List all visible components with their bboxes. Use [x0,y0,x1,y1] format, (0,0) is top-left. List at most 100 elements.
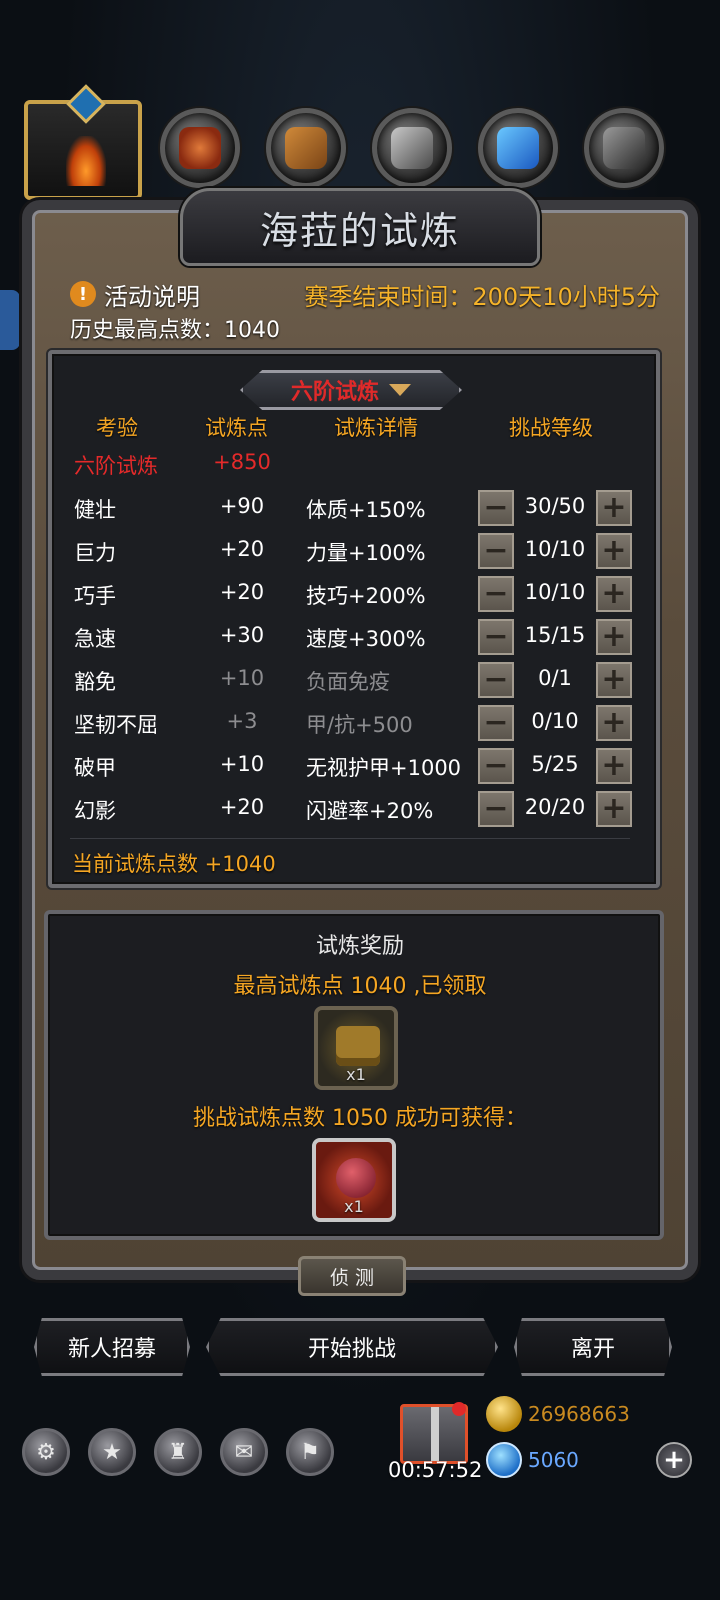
challenge-level: 10/10 [524,580,586,604]
detect-button[interactable]: 侦 测 [298,1256,406,1296]
castle-icon[interactable]: ♜ [154,1428,202,1476]
wood-icon[interactable] [266,108,346,188]
item-quantity: x1 [344,1197,364,1216]
season-end-time: 赛季结束时间：200天10小时5分 [304,282,660,311]
trial-detail: 闪避率+20% [306,799,434,823]
resource-icon-bar [24,84,704,200]
add-currency-button[interactable]: + [656,1442,692,1478]
reward-title: 试炼奖励 [315,934,404,959]
tier-select[interactable]: 六阶试炼 [240,370,462,410]
trial-detail: 甲/抗+500 [306,713,413,737]
gem-amount: 5060 [528,1448,579,1472]
mail-icon[interactable]: ✉ [220,1428,268,1476]
page-title: 海菈的试炼 [259,208,460,253]
gift-ribbon [431,1407,439,1461]
red-crystal-reward-item[interactable]: x1 [312,1138,396,1222]
recruit-button[interactable]: 新人招募 [34,1318,190,1376]
chest-icon [336,1026,380,1066]
table-row: 急速 +30 速度+300% −15/15 + [70,617,640,657]
info-row: ! 活动说明 赛季结束时间：200天10小时5分 [70,274,660,314]
chevron-down-icon [389,384,411,396]
gold-amount: 26968663 [528,1402,630,1426]
table-row: 坚韧不屈 +3 甲/抗+500 −0/10 + [70,703,640,743]
title-plate: 海菈的试炼 [180,188,540,266]
tier-points: +850 [213,450,271,474]
star-badge-icon[interactable]: ★ [88,1428,136,1476]
trial-detail: 无视护甲+1000 [306,756,462,780]
increase-button[interactable]: + [596,490,632,526]
gear-icon[interactable]: ⚙ [22,1428,70,1476]
table-row: 健壮 +90 体质+150% −30/50 + [70,488,640,528]
column-header: 挑战等级 [509,416,593,440]
trial-name: 破甲 [74,756,116,780]
current-trial-points: 当前试炼点数 +1040 [72,852,276,876]
trial-name: 健壮 [74,498,116,522]
increase-button[interactable]: + [596,619,632,655]
trial-points: +3 [226,709,258,733]
stone-icon[interactable] [584,108,664,188]
gem-icon [486,1442,522,1478]
trial-points: +30 [219,623,265,647]
history-best-points: 历史最高点数：1040 [70,318,280,343]
challenge-level: 15/15 [524,623,586,647]
table-row: 巧手 +20 技巧+200% −10/10 + [70,574,640,614]
tier-name: 六阶试炼 [74,454,158,478]
trial-points: +20 [219,537,265,561]
notification-dot [452,1402,466,1416]
divider [70,838,630,839]
increase-button[interactable]: + [596,533,632,569]
trial-points: +10 [219,666,265,690]
decrease-button[interactable]: − [478,619,514,655]
trial-name: 幻影 [74,799,116,823]
increase-button[interactable]: + [596,662,632,698]
trial-detail: 负面免疫 [306,670,390,694]
column-header: 试炼详情 [334,416,418,440]
trial-points: +20 [219,580,265,604]
trial-points: +10 [219,752,265,776]
trial-points: +20 [219,795,265,819]
iron-icon[interactable] [372,108,452,188]
warning-icon[interactable]: ! [70,281,96,307]
start-challenge-button[interactable]: 开始挑战 [206,1318,498,1376]
trial-name: 巧手 [74,584,116,608]
item-quantity: x1 [346,1065,366,1084]
crystal-icon[interactable] [478,108,558,188]
table-row: 豁免 +10 负面免疫 −0/1 + [70,660,640,700]
increase-button[interactable]: + [596,748,632,784]
table-row: 幻影 +20 闪避率+20% −20/20 + [70,789,640,829]
trial-detail: 技巧+200% [306,584,426,608]
handshake-icon[interactable]: ⚑ [286,1428,334,1476]
trial-detail: 体质+150% [306,498,426,522]
column-header: 试炼点 [205,416,268,440]
side-tab[interactable] [0,290,20,350]
decrease-button[interactable]: − [478,533,514,569]
increase-button[interactable]: + [596,791,632,827]
increase-button[interactable]: + [596,576,632,612]
flame-icon [66,136,106,186]
activity-info-link[interactable]: 活动说明 [104,277,200,312]
chest-reward-item[interactable]: x1 [314,1006,398,1090]
challenge-level: 10/10 [524,537,586,561]
decrease-button[interactable]: − [478,662,514,698]
trial-detail: 速度+300% [306,627,426,651]
challenge-level: 0/10 [531,709,579,733]
red-crystal-icon [336,1158,376,1198]
trial-name: 巨力 [74,541,116,565]
decrease-button[interactable]: − [478,791,514,827]
trial-name: 急速 [74,627,116,651]
decrease-button[interactable]: − [478,748,514,784]
challenge-level: 20/20 [524,795,586,819]
challenge-level: 5/25 [531,752,579,776]
decrease-button[interactable]: − [478,576,514,612]
trial-detail: 力量+100% [306,541,426,565]
decrease-button[interactable]: − [478,705,514,741]
leave-button[interactable]: 离开 [514,1318,672,1376]
meat-icon[interactable] [160,108,240,188]
column-header: 考验 [96,416,138,440]
claimed-reward-text: 最高试炼点 1040 ,已领取 [233,974,487,999]
decrease-button[interactable]: − [478,490,514,526]
flame-crest-icon[interactable] [24,84,142,200]
table-row: 巨力 +20 力量+100% −10/10 + [70,531,640,571]
increase-button[interactable]: + [596,705,632,741]
trial-name: 坚韧不屈 [74,713,158,737]
